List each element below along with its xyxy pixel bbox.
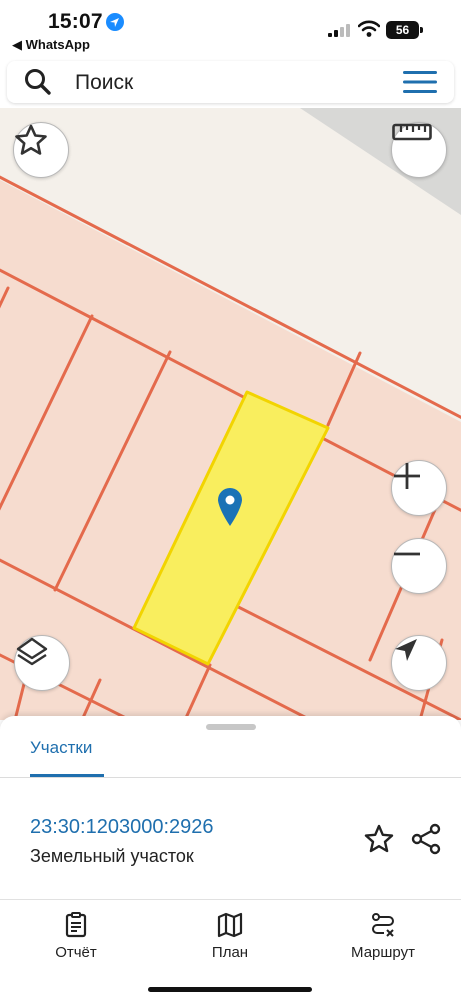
home-indicator bbox=[148, 987, 312, 992]
route-icon bbox=[372, 913, 394, 937]
nav-item-plan[interactable]: План bbox=[170, 912, 290, 972]
cell-signal-icon bbox=[328, 24, 352, 37]
status-bar: 15:07 ◀ WhatsApp 56 bbox=[0, 0, 461, 58]
battery-indicator: 56 bbox=[386, 21, 423, 39]
nav-item-route[interactable]: Маршрут bbox=[323, 912, 443, 972]
parcel-type: Земельный участок bbox=[30, 846, 194, 866]
sheet-divider bbox=[0, 899, 461, 900]
search-label[interactable]: Поиск bbox=[75, 71, 133, 95]
zoom-out-icon[interactable] bbox=[391, 538, 447, 594]
bottom-nav: Отчёт План Маршрут bbox=[0, 904, 461, 1000]
layers-icon[interactable] bbox=[14, 635, 70, 691]
nav-item-report[interactable]: Отчёт bbox=[16, 912, 136, 972]
nav-label-route: Маршрут bbox=[351, 944, 415, 961]
nav-label-report: Отчёт bbox=[55, 944, 97, 961]
location-arrow-icon bbox=[106, 13, 124, 31]
ruler-icon[interactable] bbox=[391, 122, 447, 178]
status-time: 15:07 bbox=[48, 10, 103, 33]
search-bar[interactable]: Поиск bbox=[7, 61, 454, 103]
selected-parcel bbox=[132, 390, 330, 666]
bottom-sheet: Участки 23:30:1203000:2926 Земельный уча… bbox=[0, 716, 461, 904]
star-icon[interactable] bbox=[364, 824, 394, 854]
sheet-drag-handle[interactable] bbox=[206, 724, 256, 730]
tab-divider bbox=[0, 777, 461, 778]
map-plan-icon bbox=[217, 912, 243, 938]
map-view[interactable] bbox=[0, 108, 461, 720]
cadastral-map bbox=[0, 108, 461, 720]
wifi-icon bbox=[357, 20, 381, 38]
favorite-star-icon[interactable] bbox=[13, 122, 69, 178]
locate-arrow-icon[interactable] bbox=[391, 635, 447, 691]
nav-label-plan: План bbox=[211, 944, 249, 961]
zoom-in-icon[interactable] bbox=[391, 460, 447, 516]
report-icon bbox=[65, 912, 87, 938]
share-icon[interactable] bbox=[410, 823, 442, 855]
parcel-cadastral-number[interactable]: 23:30:1203000:2926 bbox=[30, 816, 214, 839]
search-icon[interactable] bbox=[23, 67, 53, 97]
hamburger-menu-icon[interactable] bbox=[403, 70, 437, 94]
tab-parcels[interactable]: Участки bbox=[30, 738, 92, 758]
back-to-app-link[interactable]: ◀ WhatsApp bbox=[12, 37, 90, 53]
